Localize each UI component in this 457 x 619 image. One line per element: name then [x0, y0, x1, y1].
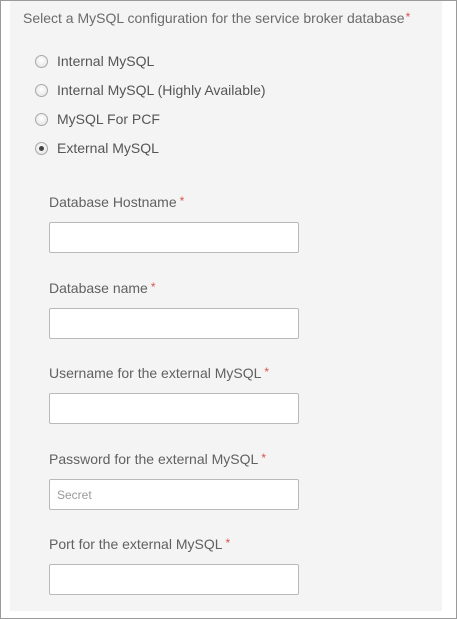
label-port: Port for the external MySQL * [49, 536, 230, 552]
mysql-config-heading: Select a MySQL configuration for the ser… [23, 10, 410, 26]
label-database-hostname: Database Hostname * [49, 194, 184, 210]
username-input[interactable] [49, 393, 299, 424]
heading-text: Select a MySQL configuration for the ser… [23, 10, 405, 26]
radio-option-external-mysql[interactable]: External MySQL [35, 138, 159, 158]
password-input[interactable] [49, 479, 299, 510]
radio-button-selected[interactable] [35, 141, 48, 155]
database-name-input[interactable] [49, 308, 299, 339]
label-text: Username for the external MySQL [49, 365, 262, 381]
required-asterisk: * [150, 280, 156, 294]
required-asterisk: * [179, 194, 185, 208]
required-asterisk: * [261, 451, 266, 465]
form-frame: Select a MySQL configuration for the ser… [0, 0, 457, 619]
radio-label: Internal MySQL (Highly Available) [57, 82, 266, 98]
label-text: Database name [49, 280, 148, 296]
port-input[interactable] [49, 564, 299, 595]
label-text: Port for the external MySQL [49, 536, 223, 552]
radio-option-mysql-for-pcf[interactable]: MySQL For PCF [35, 109, 160, 129]
radio-button[interactable] [35, 112, 48, 126]
radio-label: External MySQL [57, 140, 159, 156]
database-hostname-input[interactable] [49, 222, 299, 253]
label-username: Username for the external MySQL * [49, 365, 269, 381]
radio-label: MySQL For PCF [57, 111, 160, 127]
label-database-name: Database name * [49, 280, 156, 296]
radio-button[interactable] [35, 54, 48, 68]
radio-button[interactable] [35, 83, 48, 97]
radio-option-internal-mysql[interactable]: Internal MySQL [35, 51, 154, 71]
label-password: Password for the external MySQL * [49, 451, 266, 467]
label-text: Database Hostname [49, 194, 177, 210]
label-text: Password for the external MySQL [49, 451, 259, 467]
radio-label: Internal MySQL [57, 53, 155, 69]
radio-option-internal-mysql-ha[interactable]: Internal MySQL (Highly Available) [35, 80, 266, 100]
required-asterisk: * [264, 365, 270, 379]
required-asterisk: * [405, 10, 411, 24]
required-asterisk: * [225, 536, 231, 550]
